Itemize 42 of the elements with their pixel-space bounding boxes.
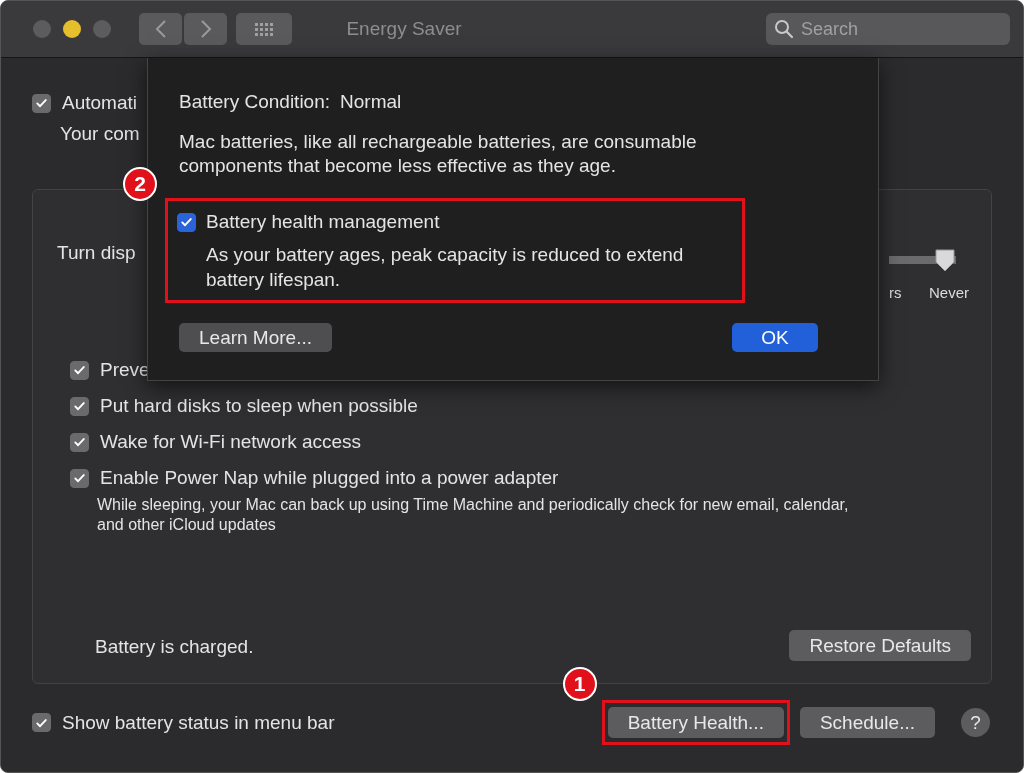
- tick-label: Never: [929, 284, 969, 301]
- checkbox[interactable]: [177, 212, 196, 232]
- checkbox[interactable]: [70, 360, 89, 380]
- push-button[interactable]: Battery Health...: [607, 707, 784, 738]
- option-description: While sleeping, your Mac can back up using Time Machine and periodically check for new email, calendar, and other iCloud updates: [97, 495, 850, 535]
- checkbox-label: Battery health management: [206, 211, 440, 233]
- search-field[interactable]: Search: [766, 13, 1010, 45]
- condition-label: Battery Condition:: [179, 91, 331, 113]
- tick-label: rs: [889, 284, 902, 301]
- checkbox[interactable]: [32, 713, 51, 732]
- restore-defaults-button[interactable]: Restore Defaults: [789, 630, 971, 661]
- push-button[interactable]: Schedule...: [799, 707, 935, 738]
- step-badge: 2: [123, 167, 157, 201]
- chevron-right-icon: [199, 19, 212, 39]
- checkbox-label: Automati: [62, 92, 137, 114]
- window-title: Energy Saver: [345, 18, 463, 40]
- checkbox-label: Put hard disks to sleep when possible: [100, 395, 418, 417]
- learn-more-button[interactable]: Learn More...: [179, 323, 332, 352]
- condition-value: Normal: [340, 91, 402, 113]
- checkbox-label: Preve: [100, 359, 150, 381]
- checkbox-label: Enable Power Nap while plugged into a power adapter: [100, 467, 559, 489]
- back-button[interactable]: [139, 13, 182, 45]
- ok-button[interactable]: OK: [732, 323, 818, 352]
- checkbox[interactable]: [70, 396, 89, 416]
- option-description: Your com: [60, 123, 140, 145]
- chevron-left-icon: [154, 19, 167, 39]
- checkbox[interactable]: [70, 468, 89, 488]
- battery-status: Battery is charged.: [95, 636, 254, 658]
- checkbox-label: Wake for Wi-Fi network access: [100, 431, 362, 453]
- show-all-button[interactable]: [236, 13, 292, 45]
- checkbox-label: Show battery status in menu bar: [62, 711, 335, 734]
- minimize-button[interactable]: [63, 20, 81, 38]
- sheet-message: Mac batteries, like all rechargeable batteries, are consumable components that become less effective as they age.: [179, 130, 698, 178]
- slider-label: Turn disp: [57, 242, 136, 264]
- help-button[interactable]: ?: [961, 708, 990, 737]
- search-icon: [774, 19, 794, 39]
- checkbox[interactable]: [32, 93, 51, 113]
- slider-thumb[interactable]: [934, 248, 956, 272]
- grid-icon: [255, 22, 273, 36]
- option-description: As your battery ages, peak capacity is reduced to extend battery lifespan.: [206, 243, 685, 292]
- checkbox[interactable]: [70, 432, 89, 452]
- forward-button[interactable]: [184, 13, 227, 45]
